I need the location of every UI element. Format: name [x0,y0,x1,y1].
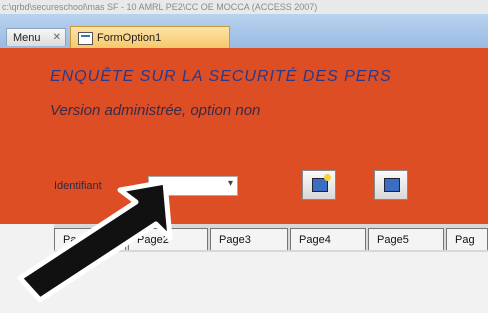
tab-formoption1[interactable]: FormOption1 [70,26,230,48]
tab-page4[interactable]: Page4 [290,228,366,250]
path-strip: c:\qrbd\secureschool\mas SF - 10 AMRL PE… [0,0,488,14]
tab-page5[interactable]: Page5 [368,228,444,250]
page-tab-label: Page4 [299,234,331,246]
tab-menu-label: Menu [13,32,41,44]
tab-form-label: FormOption1 [97,32,162,44]
page-tab-label: Page5 [377,234,409,246]
form-title: ENQUÊTE SUR LA SECURITÉ DES PERS [50,68,392,85]
tab-page6[interactable]: Pag [446,228,488,250]
tab-menu[interactable]: Menu ✕ [6,28,66,46]
add-record-button[interactable] [302,170,336,200]
arrow-pointer-icon [17,179,173,303]
open-record-button[interactable] [374,170,408,200]
page-tab-label: Pag [455,234,475,246]
document-tab-bar: Menu ✕ FormOption1 [0,14,488,48]
new-star-icon [324,174,331,181]
close-icon[interactable]: ✕ [53,29,61,47]
form-icon [78,32,93,45]
form-subtitle: Version administrée, option non [50,102,261,119]
open-record-icon [384,178,400,192]
